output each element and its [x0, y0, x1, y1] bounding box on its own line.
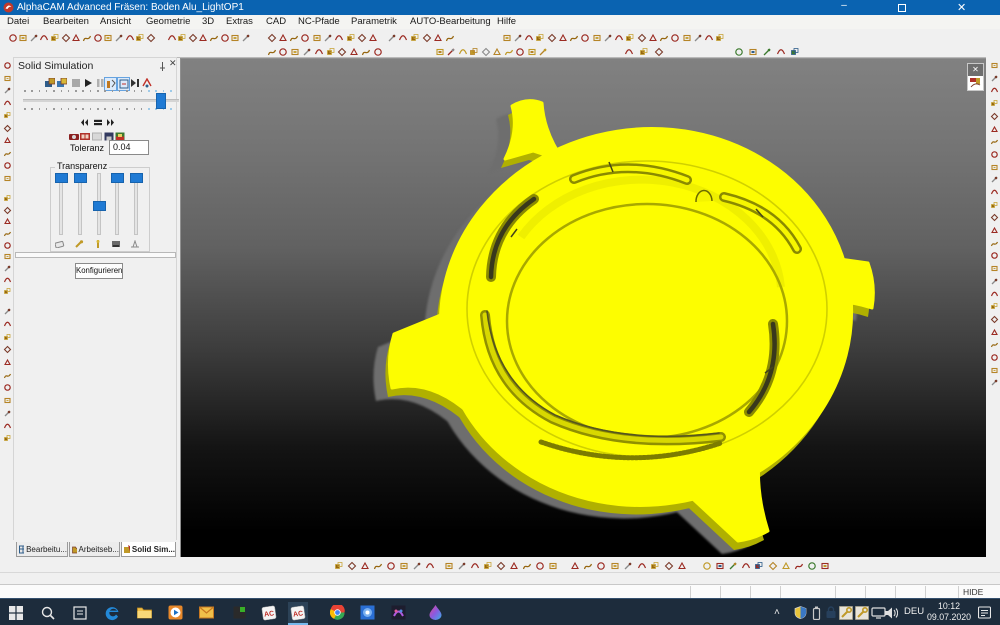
svg-text:AC: AC [293, 610, 304, 618]
svg-text:AC: AC [264, 610, 275, 618]
